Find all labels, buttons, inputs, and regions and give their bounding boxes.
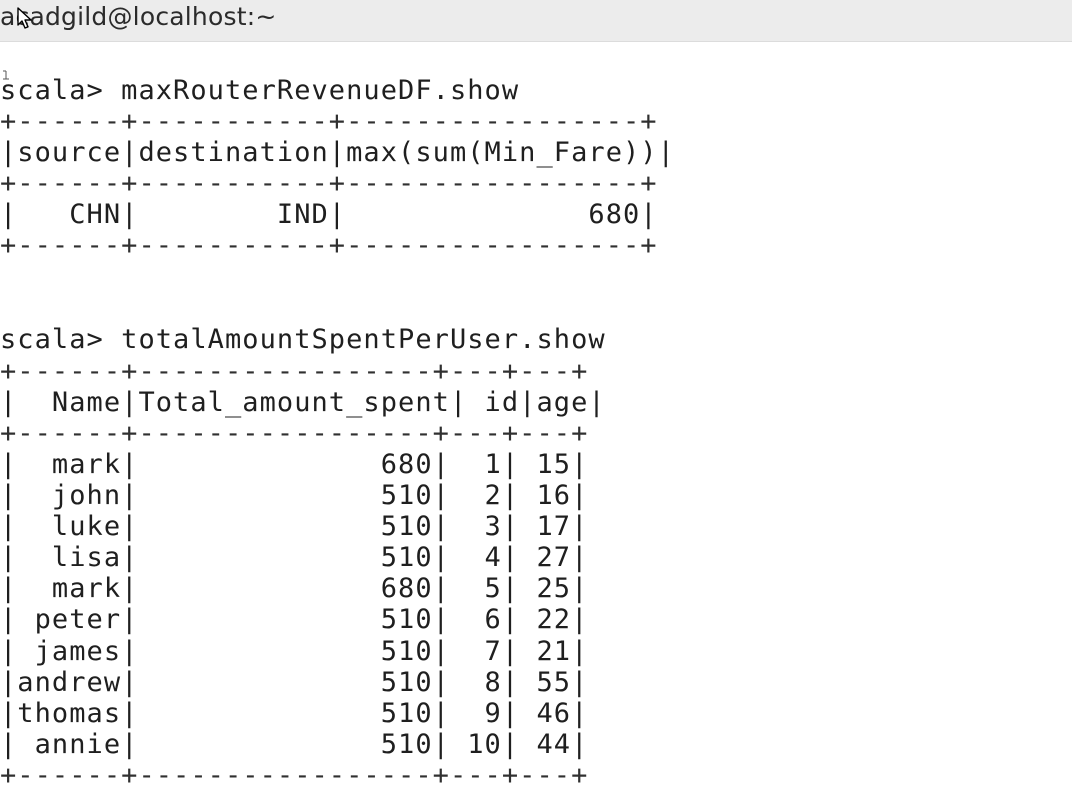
table-header-row: | Name|Total_amount_spent| id|age| [0,387,606,418]
table-border: +------+-----------+-----------------+ [0,106,658,137]
terminal-output[interactable]: scala> maxRouterRevenueDF.show +------+-… [0,42,1072,796]
table-row: | john| 510| 2| 16| [0,480,589,511]
command-line: scala> maxRouterRevenueDF.show [0,75,520,106]
table-row: | mark| 680| 5| 25| [0,573,589,604]
table-header-row: |source|destination|max(sum(Min_Fare))| [0,137,675,168]
table-row: |andrew| 510| 8| 55| [0,667,589,698]
title-bar[interactable]: acadgild@localhost:~ [0,0,1072,42]
table-row: | peter| 510| 6| 22| [0,604,589,635]
table-border: +------+-----------+-----------------+ [0,168,658,199]
table-border: +------+-----------------+---+---+ [0,760,589,791]
table-row: | lisa| 510| 4| 27| [0,542,589,573]
table-border: +------+-----------------+---+---+ [0,356,589,387]
command-line: scala> totalAmountSpentPerUser.show [0,324,606,355]
table-row: |thomas| 510| 9| 46| [0,698,589,729]
table-row: | luke| 510| 3| 17| [0,511,589,542]
table-row: | mark| 680| 1| 15| [0,449,589,480]
table-border: +------+-----------+-----------------+ [0,230,658,261]
table-border: +------+-----------------+---+---+ [0,418,589,449]
table-row: | annie| 510| 10| 44| [0,729,589,760]
mouse-pointer-icon [17,7,32,29]
window-title: acadgild@localhost:~ [0,2,277,31]
table-row: | james| 510| 7| 21| [0,636,589,667]
table-row: | CHN| IND| 680| [0,199,658,230]
